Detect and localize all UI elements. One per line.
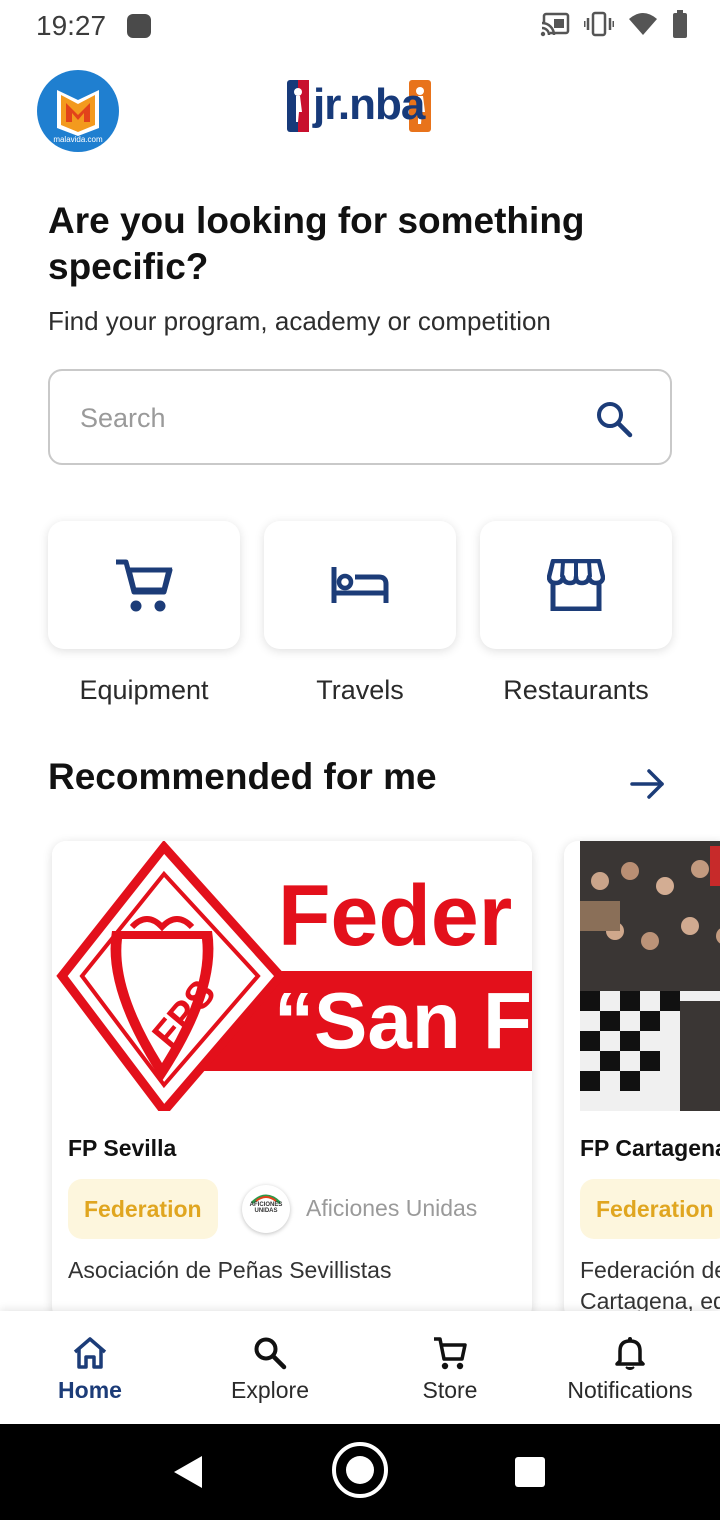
category-equipment-card[interactable] <box>48 521 240 649</box>
card-description-line-1: Federación de <box>580 1257 720 1283</box>
bottom-navigation: Home Explore Store Notifications <box>0 1311 720 1424</box>
category-equipment-label: Equipment <box>79 675 209 705</box>
nav-store-label: Store <box>422 1377 478 1403</box>
home-icon <box>73 1337 107 1369</box>
bell-icon <box>615 1337 645 1370</box>
category-restaurants-card[interactable] <box>480 521 672 649</box>
malavida-logo: malavida.com <box>37 70 119 152</box>
nav-home-label: Home <box>58 1377 122 1403</box>
category-badge: Federation <box>580 1179 720 1239</box>
category-restaurants[interactable]: Restaurants <box>480 521 672 706</box>
home-button-icon[interactable] <box>332 1442 388 1498</box>
nav-explore[interactable]: Explore <box>180 1311 360 1424</box>
search-icon <box>254 1337 287 1370</box>
recent-apps-icon[interactable] <box>515 1457 545 1487</box>
page-subtitle: Find your program, academy or competitio… <box>48 306 551 336</box>
jr-nba-logo: jr.nba <box>287 78 433 140</box>
nav-explore-label: Explore <box>231 1377 309 1403</box>
nav-store[interactable]: Store <box>360 1311 540 1424</box>
category-restaurants-label: Restaurants <box>503 675 649 705</box>
vibrate-icon <box>584 11 614 37</box>
category-equipment[interactable]: Equipment <box>48 521 240 706</box>
card-image: FPS Feder “San Fe <box>52 841 532 1111</box>
jr-nba-wordmark: jr.nba <box>313 80 425 129</box>
category-shortcuts: Equipment Travels Restaurants <box>48 521 672 711</box>
card-image-text-2: “San Fe <box>274 976 532 1065</box>
arrow-right-icon[interactable] <box>628 764 668 804</box>
page-title: Are you looking for something specific? <box>48 200 585 287</box>
nav-notifications-label: Notifications <box>567 1377 693 1403</box>
back-icon[interactable] <box>172 1454 204 1490</box>
card-image-text-1: Feder <box>278 868 513 964</box>
category-travels[interactable]: Travels <box>264 521 456 706</box>
card-title: FP Cartagena <box>580 1135 720 1161</box>
status-icons <box>540 10 688 38</box>
card-description: Asociación de Peñas Sevillistas <box>68 1257 392 1283</box>
nav-home[interactable]: Home <box>0 1311 180 1424</box>
category-travels-card[interactable] <box>264 521 456 649</box>
recommended-card-fp-cartagena[interactable]: FP Cartagena Federation Federación de Ca… <box>564 841 720 1321</box>
card-description: Federación de Cartagena, eq <box>580 1255 720 1317</box>
notification-dot-icon <box>127 14 151 38</box>
search-bar[interactable] <box>48 369 672 465</box>
cast-icon <box>540 12 570 37</box>
battery-icon <box>673 10 687 38</box>
category-travels-label: Travels <box>316 675 404 705</box>
system-navigation-bar <box>0 1424 720 1520</box>
recommended-card-fp-sevilla[interactable]: FPS Feder “San Fe FP Sevilla Federation … <box>52 841 532 1321</box>
card-image-crowd <box>580 841 720 1111</box>
organization-logo-text: AFICIONES UNIDAS <box>249 1202 283 1214</box>
category-badge: Federation <box>68 1179 218 1239</box>
app-header: malavida.com jr.nba <box>0 60 720 160</box>
store-icon <box>547 559 605 611</box>
recommended-title: Recommended for me <box>48 756 437 797</box>
status-time: 19:27 <box>36 10 107 41</box>
organization-logo: AFICIONES UNIDAS <box>242 1185 290 1233</box>
card-title: FP Sevilla <box>68 1135 177 1161</box>
cart-icon <box>434 1337 467 1370</box>
organization-name: Aficiones Unidas <box>306 1195 478 1221</box>
status-bar: 19:27 <box>0 0 720 54</box>
bed-icon <box>331 567 389 603</box>
search-icon[interactable] <box>592 397 636 441</box>
malavida-caption: malavida.com <box>53 135 103 144</box>
cart-icon <box>116 559 173 612</box>
search-input[interactable] <box>80 395 560 441</box>
wifi-icon <box>629 13 657 35</box>
nav-notifications[interactable]: Notifications <box>540 1311 720 1424</box>
